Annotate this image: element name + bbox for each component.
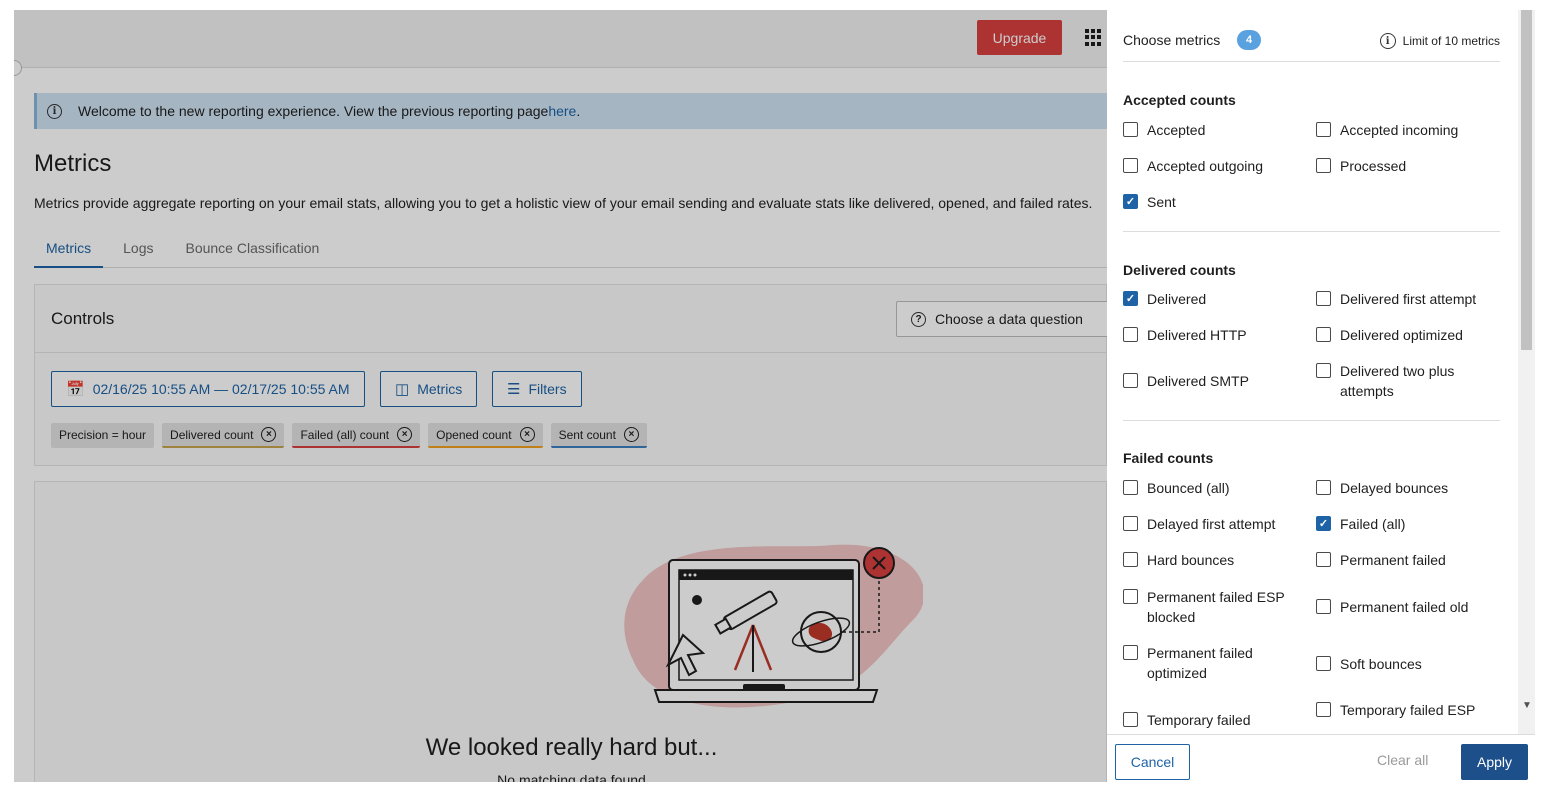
- checkbox-icon[interactable]: [1123, 122, 1138, 137]
- metric-checkbox[interactable]: Delivered optimized: [1316, 325, 1486, 345]
- metric-checkbox[interactable]: Hard bounces: [1123, 550, 1293, 570]
- metric-label: Delivered first attempt: [1340, 291, 1477, 307]
- checkbox-icon[interactable]: [1316, 327, 1331, 342]
- scrollbar-thumb[interactable]: [1521, 10, 1532, 350]
- metric-checkbox[interactable]: ✓ Delivered: [1123, 289, 1293, 309]
- metric-checkbox[interactable]: Permanent failed: [1316, 550, 1486, 570]
- info-icon: i: [1379, 33, 1396, 49]
- group-divider: [1123, 231, 1500, 232]
- metric-label: Delivered: [1147, 291, 1207, 307]
- checkmark-icon[interactable]: ✓: [1123, 291, 1138, 306]
- metrics-limit-note: i Limit of 10 metrics: [1379, 33, 1500, 49]
- checkbox-icon[interactable]: [1316, 702, 1331, 717]
- checkmark-icon[interactable]: ✓: [1123, 194, 1138, 209]
- metric-checkbox[interactable]: Permanent failed optimized: [1123, 643, 1293, 683]
- metric-label: Delivered two plus attempts: [1340, 363, 1455, 399]
- metric-label: Delayed first attempt: [1147, 516, 1276, 532]
- metric-label: Temporary failed: [1147, 712, 1251, 728]
- checkbox-icon[interactable]: [1123, 712, 1138, 727]
- metric-label: Delivered SMTP: [1147, 373, 1249, 389]
- metric-checkbox[interactable]: Temporary failed: [1123, 710, 1293, 730]
- metric-label: Bounced (all): [1147, 480, 1230, 496]
- metric-checkbox[interactable]: ✓ Failed (all): [1316, 514, 1486, 534]
- drawer-scrollbar[interactable]: ▼: [1518, 10, 1535, 734]
- checkbox-icon[interactable]: [1316, 363, 1331, 378]
- metric-label: Failed (all): [1340, 516, 1406, 532]
- metric-label: Processed: [1340, 158, 1407, 174]
- metric-label: Soft bounces: [1340, 656, 1422, 672]
- clear-all-button[interactable]: Clear all: [1377, 752, 1428, 768]
- metrics-list: Choose metrics 4 i Limit of 10 metrics A…: [1107, 10, 1518, 734]
- metric-checkbox[interactable]: Accepted outgoing: [1123, 156, 1293, 176]
- checkbox-icon[interactable]: [1123, 589, 1138, 604]
- metric-checkbox[interactable]: Accepted: [1123, 120, 1293, 140]
- drawer-header: Choose metrics 4 i Limit of 10 metrics: [1123, 20, 1500, 62]
- checkbox-icon[interactable]: [1316, 480, 1331, 495]
- metric-label: Permanent failed optimized: [1147, 645, 1253, 681]
- metric-checkbox[interactable]: Temporary failed ESP: [1316, 700, 1486, 720]
- metric-checkbox[interactable]: Delayed first attempt: [1123, 514, 1293, 534]
- metric-checkbox[interactable]: Permanent failed ESP blocked: [1123, 587, 1293, 627]
- checkbox-icon[interactable]: [1123, 373, 1138, 388]
- metric-label: Delivered optimized: [1340, 327, 1463, 343]
- metric-checkbox[interactable]: Processed: [1316, 156, 1486, 176]
- metric-label: Accepted outgoing: [1147, 158, 1263, 174]
- main-page: Upgrade i Welcome to the new reporting e…: [14, 10, 1107, 782]
- metric-checkbox[interactable]: ✓ Sent: [1123, 192, 1293, 212]
- group-title-failed: Failed counts: [1123, 450, 1214, 466]
- metric-checkbox[interactable]: Permanent failed old: [1316, 597, 1486, 617]
- metric-label: Permanent failed: [1340, 552, 1446, 568]
- choose-metrics-drawer: Choose metrics 4 i Limit of 10 metrics A…: [1107, 10, 1535, 782]
- metric-checkbox[interactable]: Accepted incoming: [1316, 120, 1486, 140]
- metric-checkbox[interactable]: Delivered SMTP: [1123, 371, 1293, 391]
- drawer-footer: Cancel Clear all Apply: [1107, 734, 1535, 782]
- limit-text: Limit of 10 metrics: [1402, 34, 1500, 48]
- metric-label: Sent: [1147, 194, 1176, 210]
- metric-label: Delayed bounces: [1340, 480, 1449, 496]
- modal-backdrop[interactable]: [14, 10, 1107, 782]
- group-divider: [1123, 420, 1500, 421]
- checkbox-icon[interactable]: [1316, 158, 1331, 173]
- metric-checkbox[interactable]: Delivered first attempt: [1316, 289, 1486, 309]
- metric-checkbox[interactable]: Delivered two plus attempts: [1316, 361, 1486, 401]
- metric-label: Hard bounces: [1147, 552, 1235, 568]
- group-title-delivered: Delivered counts: [1123, 262, 1236, 278]
- checkbox-icon[interactable]: [1123, 552, 1138, 567]
- checkbox-icon[interactable]: [1316, 599, 1331, 614]
- selected-count-badge: 4: [1237, 30, 1261, 50]
- metric-checkbox[interactable]: Bounced (all): [1123, 478, 1293, 498]
- checkbox-icon[interactable]: [1123, 327, 1138, 342]
- scroll-down-arrow-icon[interactable]: ▼: [1522, 700, 1532, 711]
- drawer-title: Choose metrics: [1123, 32, 1221, 48]
- metric-label: Temporary failed ESP: [1340, 702, 1476, 718]
- checkbox-icon[interactable]: [1123, 645, 1138, 660]
- checkbox-icon[interactable]: [1316, 656, 1331, 671]
- group-title-accepted: Accepted counts: [1123, 92, 1236, 108]
- checkbox-icon[interactable]: [1316, 291, 1331, 306]
- metric-label: Delivered HTTP: [1147, 327, 1247, 343]
- apply-button[interactable]: Apply: [1461, 744, 1528, 780]
- metric-checkbox[interactable]: Delayed bounces: [1316, 478, 1486, 498]
- metric-label: Accepted: [1147, 122, 1206, 138]
- checkbox-icon[interactable]: [1123, 480, 1138, 495]
- metric-label: Permanent failed ESP blocked: [1147, 589, 1285, 625]
- metric-label: Accepted incoming: [1340, 122, 1459, 138]
- metric-label: Permanent failed old: [1340, 599, 1469, 615]
- metric-checkbox[interactable]: Soft bounces: [1316, 654, 1486, 674]
- checkbox-icon[interactable]: [1316, 552, 1331, 567]
- metric-checkbox[interactable]: Delivered HTTP: [1123, 325, 1293, 345]
- cancel-button[interactable]: Cancel: [1115, 744, 1190, 780]
- checkbox-icon[interactable]: [1123, 158, 1138, 173]
- checkmark-icon[interactable]: ✓: [1316, 516, 1331, 531]
- checkbox-icon[interactable]: [1316, 122, 1331, 137]
- checkbox-icon[interactable]: [1123, 516, 1138, 531]
